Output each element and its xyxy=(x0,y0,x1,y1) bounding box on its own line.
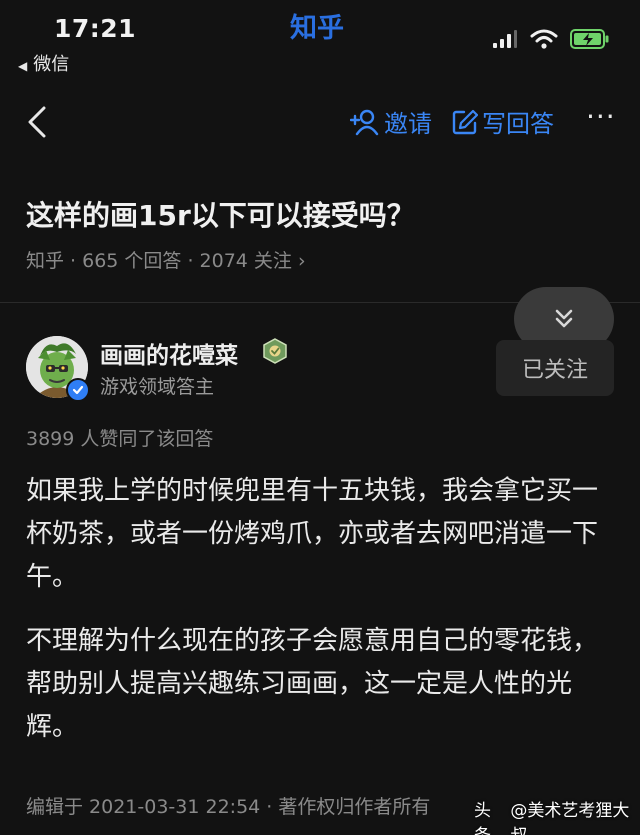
app-screen: 17:21 ◀ 微信 知乎 邀请 写回答 ··· 这样的画15r以下可以接受吗？… xyxy=(0,0,640,835)
more-options-button[interactable]: ··· xyxy=(586,100,616,133)
vote-count[interactable]: 3899 人赞同了该回答 xyxy=(26,424,213,451)
watermark-text: @美术艺考狸大叔 xyxy=(510,801,630,835)
answer-paragraph: 如果我上学的时候兜里有十五块钱，我会拿它买一杯奶茶，或者一份烤鸡爪，亦或者去网吧… xyxy=(26,476,599,592)
question-meta[interactable]: 知乎 · 665 个回答 · 2074 关注 › xyxy=(26,246,306,273)
nav-bar: 邀请 写回答 ··· xyxy=(0,90,640,154)
author-name[interactable]: 画画的花噎菜 xyxy=(100,336,238,370)
add-user-icon xyxy=(350,109,379,135)
back-to-app-link[interactable]: ◀ 微信 xyxy=(18,50,69,76)
watermark-prefix: 头条 xyxy=(474,801,491,835)
answer-paragraph: 不理解为什么现在的孩子会愿意用自己的零花钱，帮助别人提高兴趣练习画画，这一定是人… xyxy=(26,626,599,742)
author-bio: 游戏领域答主 xyxy=(100,376,215,398)
creator-badge-icon xyxy=(263,338,287,364)
verified-badge-icon xyxy=(66,378,90,402)
back-app-label: 微信 xyxy=(33,54,70,75)
edit-info: 编辑于 2021-03-31 22:54 · 著作权归作者所有 xyxy=(26,796,431,818)
more-dots-icon: ··· xyxy=(586,100,616,133)
invite-button[interactable]: 邀请 xyxy=(350,104,432,139)
write-answer-label: 写回答 xyxy=(482,110,554,138)
double-chevron-down-icon xyxy=(555,309,573,328)
back-triangle-icon: ◀ xyxy=(18,59,28,73)
invite-label: 邀请 xyxy=(384,110,432,138)
system-icons xyxy=(492,28,610,50)
signal-icon xyxy=(493,30,517,48)
write-answer-button[interactable]: 写回答 xyxy=(452,104,554,139)
follow-button[interactable]: 已关注 xyxy=(496,340,614,396)
edit-icon xyxy=(452,109,478,134)
app-name: 知乎 xyxy=(290,13,344,44)
status-bar: 17:21 ◀ 微信 知乎 xyxy=(0,0,640,80)
wifi-icon xyxy=(530,29,558,49)
chevron-left-icon xyxy=(28,106,46,138)
watermark: 头条 @美术艺考狸大叔 xyxy=(474,796,640,835)
back-button[interactable] xyxy=(22,102,58,142)
status-time: 17:21 xyxy=(54,14,137,43)
battery-charging-icon xyxy=(570,29,609,49)
question-title[interactable]: 这样的画15r以下可以接受吗？ xyxy=(26,194,415,234)
